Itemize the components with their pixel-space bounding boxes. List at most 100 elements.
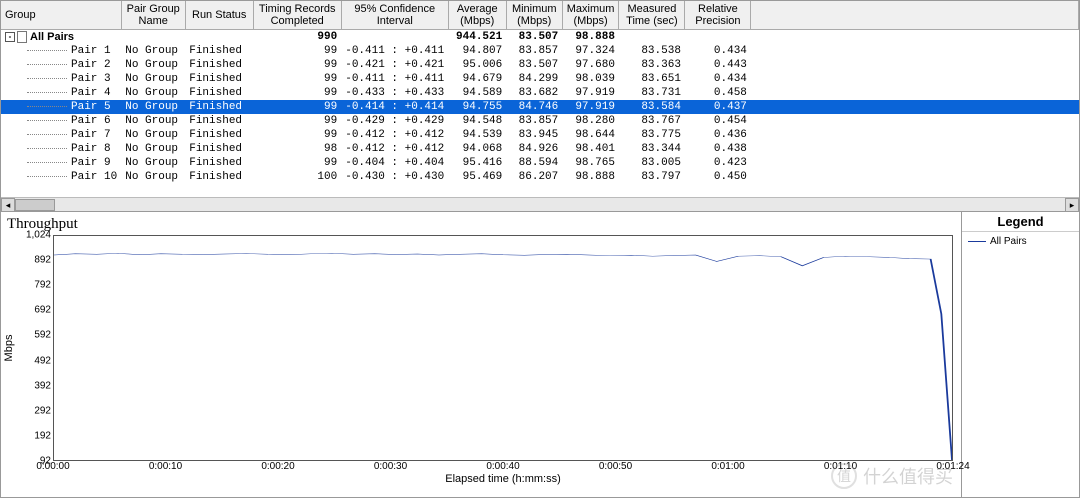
cell: [619, 30, 685, 45]
time: 83.651: [619, 72, 685, 86]
table-row[interactable]: Pair 4No GroupFinished99-0.433 : +0.4339…: [1, 86, 1079, 100]
pair-group: No Group: [121, 156, 185, 170]
precision: 0.450: [685, 170, 751, 184]
cell: [751, 128, 1079, 142]
precision: 0.434: [685, 72, 751, 86]
legend-label: All Pairs: [990, 236, 1027, 247]
y-tick: 1,024: [11, 230, 51, 241]
time: 83.775: [619, 128, 685, 142]
avg: 94.679: [448, 72, 506, 86]
col-header[interactable]: Pair Group Name: [121, 1, 185, 30]
watermark: 值 什么值得买: [831, 463, 953, 489]
precision: 0.436: [685, 128, 751, 142]
tree-branch-icon: [27, 162, 67, 163]
doc-icon: [17, 31, 27, 43]
table-row[interactable]: Pair 2No GroupFinished99-0.421 : +0.4219…: [1, 58, 1079, 72]
x-tick: 0:01:00: [711, 461, 744, 472]
time: 83.584: [619, 100, 685, 114]
max: 98.644: [562, 128, 619, 142]
scroll-thumb[interactable]: [15, 199, 55, 211]
y-tick: 192: [11, 430, 51, 441]
max: 97.919: [562, 86, 619, 100]
pair-cell: Pair 6: [1, 114, 121, 128]
horizontal-scrollbar[interactable]: ◂ ▸: [1, 197, 1079, 211]
x-tick: 0:00:40: [486, 461, 519, 472]
table-row[interactable]: Pair 5No GroupFinished99-0.414 : +0.4149…: [1, 100, 1079, 114]
table-row[interactable]: Pair 1No GroupFinished99-0.411 : +0.4119…: [1, 44, 1079, 58]
precision: 0.443: [685, 58, 751, 72]
cell: [751, 142, 1079, 156]
pair-group: No Group: [121, 86, 185, 100]
time: 83.344: [619, 142, 685, 156]
pair-group: No Group: [121, 170, 185, 184]
cell: [751, 170, 1079, 184]
tree-branch-icon: [27, 176, 67, 177]
table-row[interactable]: Pair 6No GroupFinished99-0.429 : +0.4299…: [1, 114, 1079, 128]
x-tick: 0:00:00: [36, 461, 69, 472]
min: 84.746: [506, 100, 562, 114]
y-tick: 392: [11, 380, 51, 391]
pair-group: No Group: [121, 142, 185, 156]
completed: 99: [253, 114, 341, 128]
cell: [751, 114, 1079, 128]
bottom-panel: Throughput Mbps 1,0248927926925924923922…: [0, 212, 1080, 498]
pair-group: No Group: [121, 128, 185, 142]
y-tick: 592: [11, 330, 51, 341]
table-row[interactable]: Pair 10No GroupFinished100-0.430 : +0.43…: [1, 170, 1079, 184]
pair-cell: Pair 7: [1, 128, 121, 142]
legend-item[interactable]: All Pairs: [962, 232, 1079, 251]
col-header[interactable]: Measured Time (sec): [619, 1, 685, 30]
table-row[interactable]: Pair 8No GroupFinished98-0.412 : +0.4129…: [1, 142, 1079, 156]
avg: 95.416: [448, 156, 506, 170]
scroll-right-arrow-icon[interactable]: ▸: [1065, 198, 1079, 212]
tree-branch-icon: [27, 134, 67, 135]
avg: 94.589: [448, 86, 506, 100]
y-tick: 492: [11, 355, 51, 366]
completed: 99: [253, 128, 341, 142]
col-header[interactable]: Relative Precision: [685, 1, 751, 30]
table-row[interactable]: Pair 3No GroupFinished99-0.411 : +0.4119…: [1, 72, 1079, 86]
table-row[interactable]: Pair 9No GroupFinished99-0.404 : +0.4049…: [1, 156, 1079, 170]
table-scroll-area[interactable]: GroupPair Group NameRun StatusTiming Rec…: [1, 1, 1079, 184]
tree-branch-icon: [27, 64, 67, 65]
x-tick: 0:00:30: [374, 461, 407, 472]
confidence-interval: -0.421 : +0.421: [341, 58, 448, 72]
scroll-left-arrow-icon[interactable]: ◂: [1, 198, 15, 212]
run-status: Finished: [185, 114, 253, 128]
cell: [751, 44, 1079, 58]
avg: 95.006: [448, 58, 506, 72]
col-header[interactable]: Run Status: [185, 1, 253, 30]
cell: [751, 72, 1079, 86]
col-header[interactable]: Minimum (Mbps): [506, 1, 562, 30]
max: 97.324: [562, 44, 619, 58]
summary-avg: 944.521: [448, 30, 506, 45]
max: 98.280: [562, 114, 619, 128]
col-header[interactable]: Average (Mbps): [448, 1, 506, 30]
max: 98.765: [562, 156, 619, 170]
run-status: Finished: [185, 170, 253, 184]
col-header[interactable]: Maximum (Mbps): [562, 1, 619, 30]
collapse-icon[interactable]: -: [5, 32, 15, 42]
confidence-interval: -0.411 : +0.411: [341, 72, 448, 86]
legend-line-icon: [968, 241, 986, 242]
avg: 94.548: [448, 114, 506, 128]
run-status: Finished: [185, 86, 253, 100]
cell: [685, 30, 751, 45]
col-header[interactable]: 95% Confidence Interval: [341, 1, 448, 30]
completed: 99: [253, 100, 341, 114]
time: 83.767: [619, 114, 685, 128]
col-header[interactable]: Timing Records Completed: [253, 1, 341, 30]
cell: [185, 30, 253, 45]
table-row[interactable]: Pair 7No GroupFinished99-0.412 : +0.4129…: [1, 128, 1079, 142]
tree-root[interactable]: - All Pairs: [1, 30, 121, 45]
throughput-chart-pane: Throughput Mbps 1,0248927926925924923922…: [0, 212, 962, 498]
plot-area[interactable]: [53, 235, 953, 461]
y-tick: 892: [11, 255, 51, 266]
x-axis: 0:00:000:00:100:00:200:00:300:00:400:00:…: [53, 461, 953, 483]
chart-title: Throughput: [7, 216, 961, 233]
completed: 100: [253, 170, 341, 184]
cell: [751, 156, 1079, 170]
summary-row[interactable]: - All Pairs990944.52183.50798.888: [1, 30, 1079, 45]
avg: 94.807: [448, 44, 506, 58]
col-header[interactable]: Group: [1, 1, 121, 30]
